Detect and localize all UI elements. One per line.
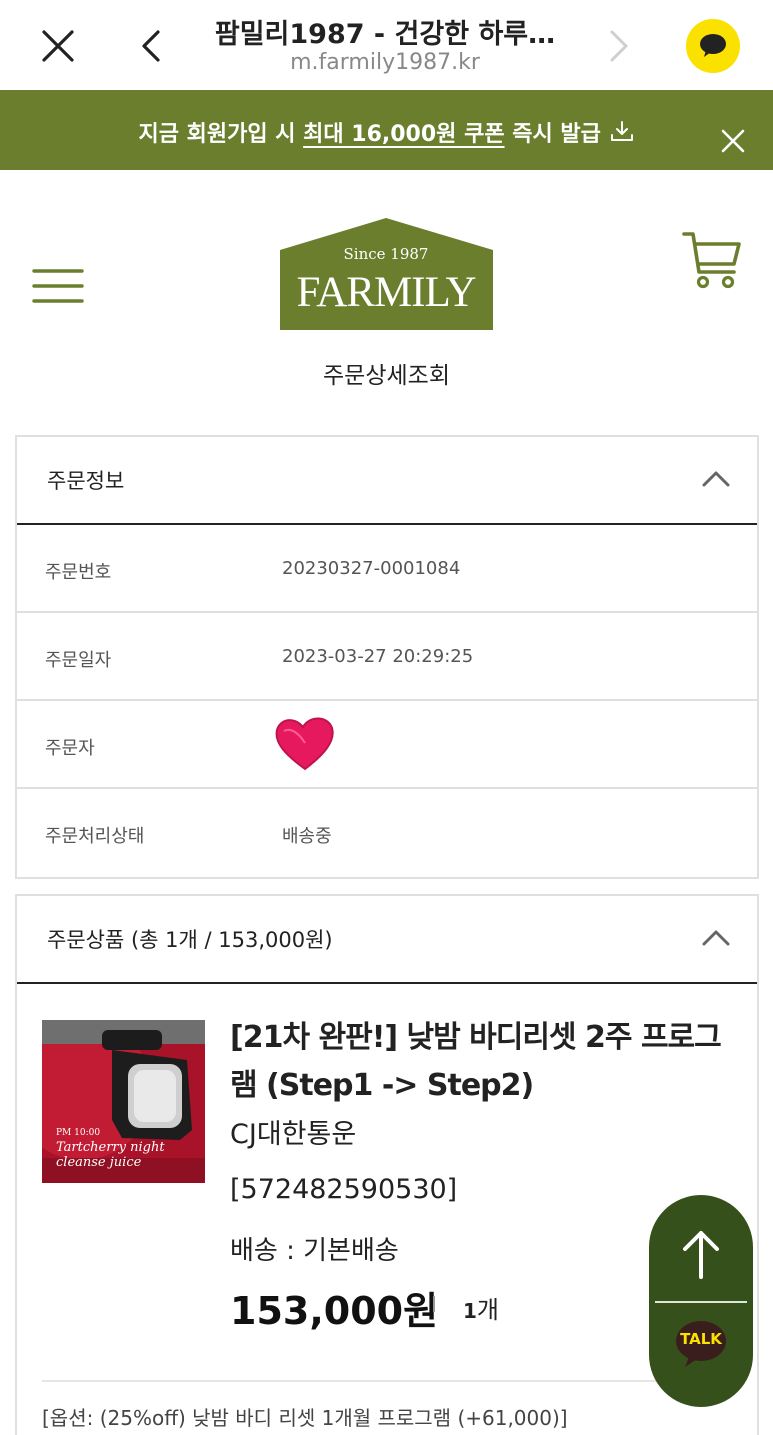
floating-widget: TALK xyxy=(649,1195,753,1407)
order-number-value: 20230327-0001084 xyxy=(282,558,461,579)
logo-since: Since 1987 xyxy=(344,245,429,263)
order-status-value: 배송중 xyxy=(282,826,332,847)
order-info-section: 주문정보 주문번호 20230327-0001084 주문일자 2023-03-… xyxy=(15,435,759,879)
order-status-row: 주문처리상태 배송중 xyxy=(17,789,757,877)
price-qty-divider xyxy=(433,1296,435,1312)
order-products-heading: 주문상품 (총 1개 / 153,000원) xyxy=(47,928,333,952)
product-thumbnail[interactable]: PM 10:00 Tartcherry night cleanse juice xyxy=(42,1020,205,1183)
product-option: [옵션: (25%off) 낮밤 바디 리셋 1개월 프로그램 (+61,000… xyxy=(42,1406,568,1430)
order-date-label: 주문일자 xyxy=(45,650,112,671)
chevron-up-icon[interactable] xyxy=(701,469,731,489)
talk-button[interactable]: TALK xyxy=(649,1305,753,1405)
chevron-up-icon[interactable] xyxy=(701,928,731,948)
order-number-label: 주문번호 xyxy=(45,562,112,583)
order-number-row: 주문번호 20230327-0001084 xyxy=(17,525,757,613)
order-date-value: 2023-03-27 20:29:25 xyxy=(282,646,474,667)
quantity-unit: 개 xyxy=(476,1296,500,1324)
product-name[interactable]: [21차 완판!] 낮밤 바디리셋 2주 프로그램 (Step1 -> Step… xyxy=(230,1014,730,1110)
page-title: 주문상세조회 xyxy=(323,363,450,389)
promo-text[interactable]: 지금 회원가입 시 최대 16,000원 쿠폰 즉시 발급 xyxy=(0,116,773,148)
order-products-header[interactable]: 주문상품 (총 1개 / 153,000원) xyxy=(17,896,757,984)
promo-prefix: 지금 회원가입 시 xyxy=(138,122,304,147)
chevron-right-icon[interactable] xyxy=(596,24,640,68)
thumb-caption-1: Tartcherry night xyxy=(56,1140,165,1155)
order-date-row: 주문일자 2023-03-27 20:29:25 xyxy=(17,613,757,701)
shipping-method: 배송 : 기본배송 xyxy=(230,1236,399,1266)
quantity-number: 1 xyxy=(463,1299,477,1323)
order-info-header[interactable]: 주문정보 xyxy=(17,437,757,525)
product-quantity: 1개 xyxy=(463,1290,499,1325)
talk-bubble-icon xyxy=(676,1321,726,1367)
option-divider xyxy=(42,1380,736,1382)
heart-icon xyxy=(272,713,338,773)
product-item: PM 10:00 Tartcherry night cleanse juice … xyxy=(17,984,757,1435)
tracking-number[interactable]: [572482590530] xyxy=(230,1174,457,1205)
product-price: 153,000원 xyxy=(230,1289,439,1333)
promo-highlight: 최대 16,000원 쿠폰 xyxy=(303,122,505,147)
scroll-top-button[interactable] xyxy=(649,1195,753,1300)
logo-name: FARMILY xyxy=(296,269,475,316)
farmily-logo[interactable]: Since 1987 FARMILY xyxy=(280,218,493,330)
promo-close-icon[interactable] xyxy=(716,124,750,158)
promo-banner[interactable]: 지금 회원가입 시 최대 16,000원 쿠폰 즉시 발급 xyxy=(0,90,773,170)
floating-divider xyxy=(655,1301,747,1303)
arrow-up-icon xyxy=(683,1231,719,1279)
hamburger-icon[interactable] xyxy=(32,268,84,304)
order-products-section: 주문상품 (총 1개 / 153,000원) PM 10:00 Tartcher… xyxy=(15,894,759,1435)
orderer-label: 주문자 xyxy=(45,738,95,759)
promo-suffix: 즉시 발급 xyxy=(504,122,601,147)
order-status-label: 주문처리상태 xyxy=(45,826,145,847)
close-icon[interactable] xyxy=(36,24,80,68)
chevron-left-icon[interactable] xyxy=(130,24,174,68)
orderer-row: 주문자 xyxy=(17,701,757,789)
thumb-caption-2: cleanse juice xyxy=(56,1155,142,1170)
talk-label: TALK xyxy=(680,1330,722,1348)
kakao-chat-icon[interactable] xyxy=(686,19,740,73)
order-info-heading: 주문정보 xyxy=(47,469,125,493)
browser-url[interactable]: m.farmily1987.kr xyxy=(200,50,570,75)
product-carrier: CJ대한통운 xyxy=(230,1119,357,1150)
browser-page-title: 팜밀리1987 - 건강한 하루… xyxy=(214,19,556,50)
download-icon xyxy=(609,120,635,144)
thumb-caption-small: PM 10:00 xyxy=(56,1128,101,1138)
cart-icon[interactable] xyxy=(680,228,744,292)
browser-toolbar: 팜밀리1987 - 건강한 하루… m.farmily1987.kr xyxy=(0,0,773,90)
